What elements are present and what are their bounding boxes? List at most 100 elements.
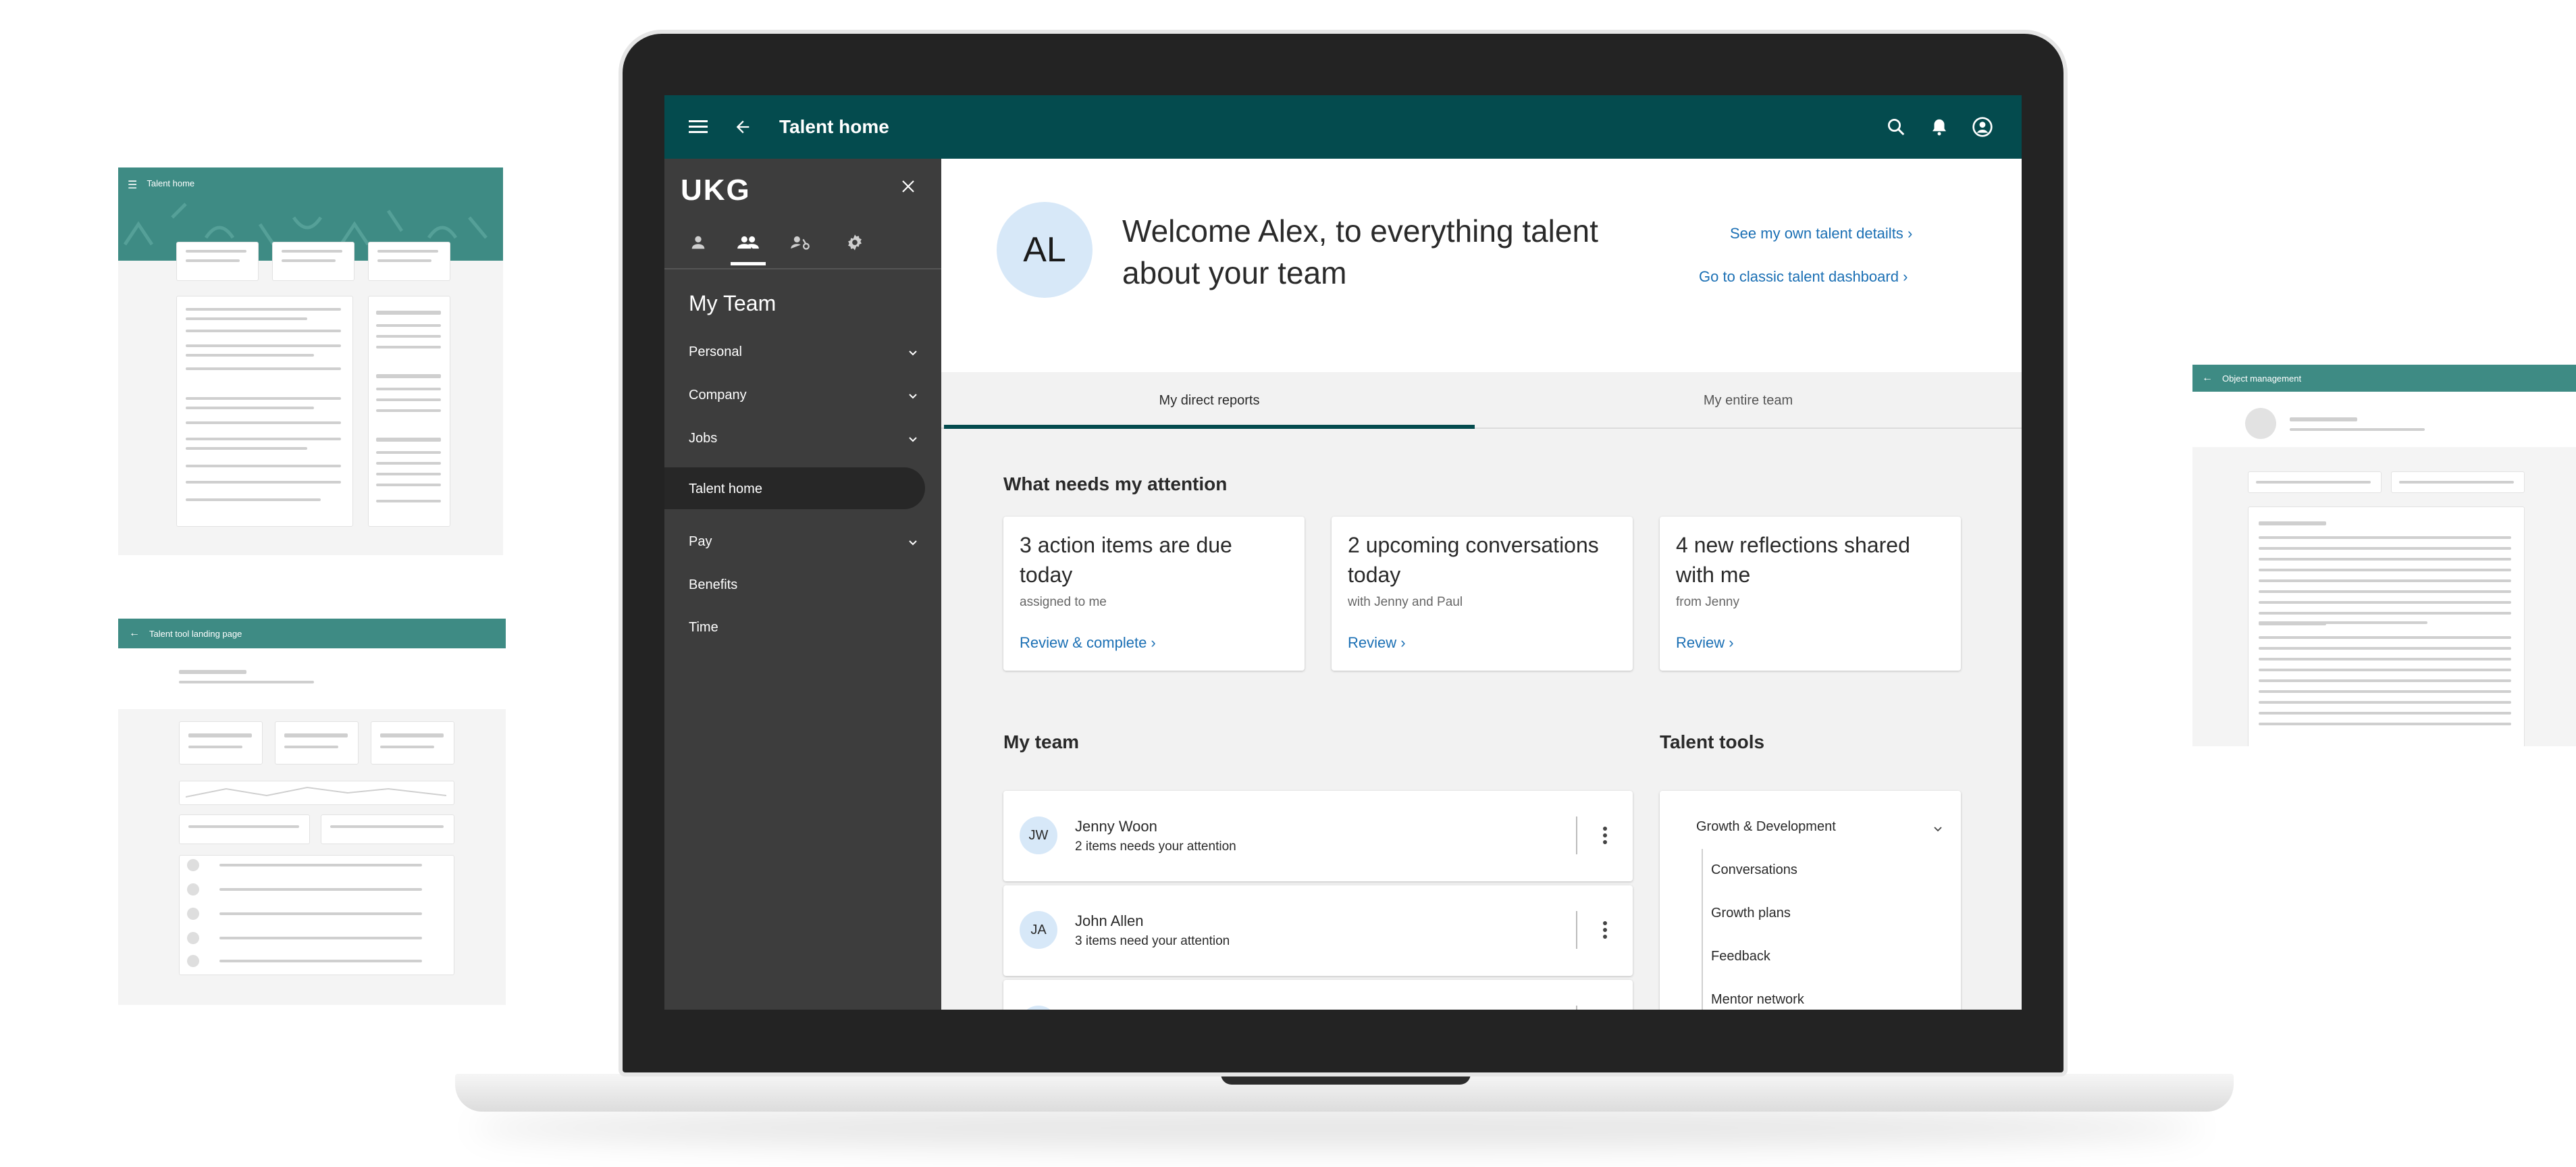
page-title: Talent home: [779, 116, 889, 137]
person-icon[interactable]: [685, 229, 712, 256]
team-member-row[interactable]: [1003, 980, 1633, 1010]
tool-conversations[interactable]: Conversations: [1711, 862, 1797, 878]
member-status: 2 items needs your attention: [1075, 839, 1236, 854]
wireframe-card: [179, 814, 310, 844]
chevron-down-icon: [909, 437, 917, 442]
member-name: John Allen: [1075, 912, 1144, 929]
team-member-row[interactable]: JW Jenny Woon 2 items needs your attenti…: [1003, 791, 1633, 881]
nav-item-company[interactable]: Company: [689, 388, 747, 403]
bell-icon[interactable]: [1926, 113, 1953, 140]
tab-my-direct-reports[interactable]: My direct reports: [944, 372, 1475, 429]
attention-card: 4 new reflections shared with me from Je…: [1660, 517, 1961, 671]
menu-icon[interactable]: [685, 113, 712, 140]
gear-icon[interactable]: [841, 229, 868, 256]
tools-group-rule: [1702, 849, 1703, 1010]
wireframe-card: [2248, 507, 2525, 746]
nav-item-benefits[interactable]: Benefits: [689, 577, 737, 593]
tools-group-header[interactable]: Growth & Development: [1696, 819, 1946, 839]
nav-item-talent-home[interactable]: Talent home: [689, 482, 762, 497]
nav-divider: [664, 268, 941, 269]
tools-group-label: Growth & Development: [1696, 819, 1836, 834]
avatar: JW: [1020, 816, 1057, 854]
active-tab-indicator: [944, 425, 1475, 429]
wireframe-header: ← Object management: [2192, 365, 2576, 392]
ukg-logo: UKG: [681, 174, 751, 207]
wireframe-card: [321, 814, 454, 844]
tool-growth-plans[interactable]: Growth plans: [1711, 906, 1791, 921]
wireframe-card: [371, 721, 454, 764]
attention-card: 3 action items are due today assigned to…: [1003, 517, 1305, 671]
main-content: AL Welcome Alex, to everything talent ab…: [941, 159, 2022, 1010]
see-own-talent-link[interactable]: See my own talent detailts ›: [1730, 225, 1912, 242]
laptop-shadow: [473, 1108, 2201, 1148]
nav-item-personal[interactable]: Personal: [689, 344, 742, 360]
wireframe-card: [179, 721, 263, 764]
welcome-panel: AL Welcome Alex, to everything talent ab…: [941, 159, 2022, 372]
card-title: 2 upcoming conversations today: [1348, 533, 1599, 587]
tool-mentor-network[interactable]: Mentor network: [1711, 992, 1804, 1008]
team-member-row[interactable]: JA John Allen 3 items need your attentio…: [1003, 885, 1633, 976]
nav-heading: My Team: [689, 291, 777, 315]
avatar: [1020, 1006, 1057, 1010]
manager-icon[interactable]: [787, 229, 814, 256]
more-vert-icon[interactable]: [1595, 916, 1615, 943]
row-divider: [1576, 816, 1577, 854]
wireframe-list: [179, 855, 454, 975]
card-subtitle: from Jenny: [1676, 595, 1739, 609]
nav-item-jobs[interactable]: Jobs: [689, 431, 717, 446]
chevron-down-icon: [1934, 827, 1942, 832]
chevron-down-icon: [909, 540, 917, 546]
team-icon[interactable]: [731, 229, 766, 265]
chevron-down-icon: [909, 394, 917, 399]
card-subtitle: assigned to me: [1020, 595, 1107, 609]
link-label: Review: [1348, 634, 1397, 651]
link-label: Review: [1676, 634, 1725, 651]
app-screen: Talent home UKG My Team Personal Company…: [664, 95, 2022, 1010]
chevron-right-icon: ›: [1396, 634, 1406, 651]
review-link[interactable]: Review ›: [1348, 634, 1406, 652]
talent-tools-heading: Talent tools: [1660, 731, 1765, 752]
wireframe-header: ← Talent tool landing page: [118, 619, 506, 648]
row-divider: [1576, 911, 1577, 949]
back-arrow-icon: ←: [2202, 372, 2213, 384]
card-title: 4 new reflections shared with me: [1676, 533, 1910, 587]
my-team-heading: My team: [1003, 731, 1080, 752]
welcome-title: Welcome Alex, to everything talent about…: [1122, 213, 1598, 290]
nav-item-time[interactable]: Time: [689, 620, 718, 636]
classic-dashboard-link[interactable]: Go to classic talent dashboard ›: [1699, 268, 1908, 286]
account-icon[interactable]: [1969, 113, 1996, 140]
card-title: 3 action items are due today: [1020, 533, 1232, 587]
tool-feedback[interactable]: Feedback: [1711, 949, 1770, 964]
review-link[interactable]: Review ›: [1676, 634, 1734, 652]
avatar: JA: [1020, 911, 1057, 949]
member-name: Jenny Woon: [1075, 818, 1157, 835]
wireframe-title: Talent home: [147, 178, 195, 188]
menu-icon: ☰: [128, 180, 138, 191]
chevron-down-icon: [909, 351, 917, 356]
wireframe-title: Talent tool landing page: [149, 628, 242, 639]
wireframe-talent-tool-landing: ← Talent tool landing page: [118, 619, 506, 1005]
review-complete-link[interactable]: Review & complete ›: [1020, 634, 1156, 652]
wireframe-talent-home: ☰ Talent home: [118, 167, 503, 555]
see-own-talent-label: See my own talent detailts: [1730, 225, 1903, 242]
wireframe-title: Object management: [2222, 373, 2302, 384]
wireframe-card: [275, 721, 359, 764]
tab-my-entire-team[interactable]: My entire team: [1475, 372, 2022, 429]
attention-card: 2 upcoming conversations today with Jenn…: [1332, 517, 1633, 671]
member-status: 3 items need your attention: [1075, 934, 1230, 948]
nav-item-pay[interactable]: Pay: [689, 534, 712, 550]
chevron-right-icon: ›: [1147, 634, 1156, 651]
navigation-drawer: UKG My Team Personal Company Jobs Talent…: [664, 159, 941, 1010]
chevron-right-icon: ›: [1903, 268, 1908, 285]
attention-heading: What needs my attention: [1003, 473, 1228, 494]
row-divider: [1576, 1006, 1577, 1010]
chevron-right-icon: ›: [1725, 634, 1734, 651]
top-app-bar: Talent home: [664, 95, 2022, 159]
search-icon[interactable]: [1883, 113, 1910, 140]
avatar: AL: [997, 202, 1093, 298]
wireframe-object-management: ← Object management: [2192, 365, 2576, 746]
close-icon[interactable]: [898, 176, 918, 197]
back-arrow-icon[interactable]: [729, 113, 756, 140]
back-arrow-icon: ←: [129, 627, 140, 639]
more-vert-icon[interactable]: [1595, 822, 1615, 849]
